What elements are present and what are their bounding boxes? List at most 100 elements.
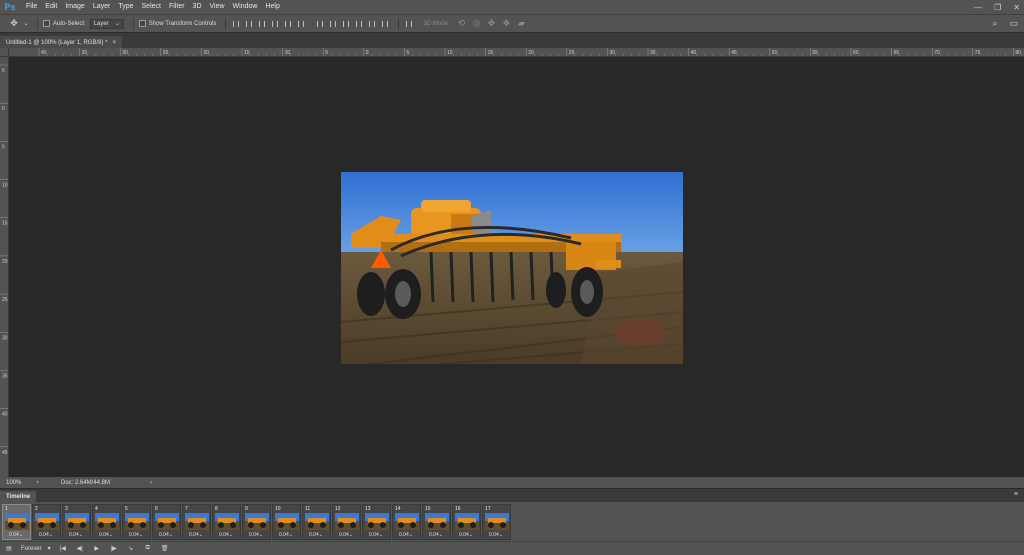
ruler-tick-label: 55 [812, 50, 818, 56]
next-frame-icon[interactable]: |▶ [109, 544, 119, 554]
panel-menu-icon[interactable]: ≡ [1014, 491, 1018, 498]
menu-select[interactable]: Select [138, 0, 165, 14]
menu-file[interactable]: File [22, 0, 41, 14]
ruler-tick-label: 10 [447, 50, 453, 56]
show-transform-checkbox[interactable] [138, 20, 146, 27]
menu-window[interactable]: Window [229, 0, 262, 14]
frame-delay[interactable]: 0.04⌄ [249, 532, 263, 538]
timeline-frame[interactable]: 3 0.04⌄ [62, 504, 91, 540]
frame-thumbnail [305, 513, 329, 530]
distribute-left-icon[interactable] [354, 19, 364, 29]
ruler-top[interactable]: 40 35 30 25 20 15 10 5 0 5 10 15 20 25 30 35 40 45 50 55 60 6… [9, 48, 1024, 57]
divider [132, 17, 134, 30]
auto-align-icon[interactable] [404, 19, 414, 29]
document-image[interactable] [341, 172, 683, 364]
auto-select-dropdown[interactable]: Layer ⌄ [89, 18, 124, 29]
loop-dropdown[interactable]: Forever ▾ [21, 545, 51, 553]
close-icon[interactable]: × [112, 40, 116, 46]
timeline-frame[interactable]: 11 0.04⌄ [302, 504, 331, 540]
frame-delay[interactable]: 0.04⌄ [69, 532, 83, 538]
frame-delay[interactable]: 0.04⌄ [339, 532, 353, 538]
chevron-down-icon[interactable]: ⌄ [20, 18, 32, 30]
3d-slide-icon[interactable]: ❖ [500, 18, 512, 30]
frame-delay[interactable]: 0.04⌄ [279, 532, 293, 538]
timeline-frame[interactable]: 17 0.04⌄ [482, 504, 511, 540]
menu-image[interactable]: Image [61, 0, 88, 14]
frame-delay[interactable]: 0.04⌄ [309, 532, 323, 538]
ruler-tick-label: 30 [122, 50, 128, 56]
timeline-frame[interactable]: 15 0.04⌄ [422, 504, 451, 540]
frame-delay[interactable]: 0.04⌄ [219, 532, 233, 538]
menu-edit[interactable]: Edit [41, 0, 61, 14]
frame-delay[interactable]: 0.04⌄ [99, 532, 113, 538]
frame-delay[interactable]: 0.04⌄ [459, 532, 473, 538]
timeline-frame[interactable]: 6 0.04⌄ [152, 504, 181, 540]
first-frame-icon[interactable]: |◀ [58, 544, 68, 554]
frame-delay[interactable]: 0.04⌄ [429, 532, 443, 538]
frame-number: 8 [215, 506, 218, 512]
search-icon[interactable]: ⌕ [992, 18, 997, 29]
timeline-frame[interactable]: 4 0.04⌄ [92, 504, 121, 540]
status-menu-icon[interactable]: ◔ [35, 480, 39, 486]
distribute-right-icon[interactable] [380, 19, 390, 29]
menu-help[interactable]: Help [261, 0, 283, 14]
timeline-frame[interactable]: 14 0.04⌄ [392, 504, 421, 540]
menu-type[interactable]: Type [114, 0, 137, 14]
timeline-frame[interactable]: 12 0.04⌄ [332, 504, 361, 540]
minimize-icon[interactable]: — [974, 3, 982, 12]
workspace-icon[interactable]: ▭ [1009, 18, 1018, 29]
ruler-tick-label: 40 [691, 50, 697, 56]
align-left-icon[interactable] [270, 19, 280, 29]
timeline-frame[interactable]: 2 0.04⌄ [32, 504, 61, 540]
status-arrow-icon[interactable]: › [150, 480, 152, 486]
trash-icon[interactable]: 🗑 [160, 544, 170, 554]
menu-filter[interactable]: Filter [165, 0, 189, 14]
frame-delay[interactable]: 0.04⌄ [369, 532, 383, 538]
distribute-hcenter-icon[interactable] [367, 19, 377, 29]
ruler-left[interactable]: 5 0 5 10 15 20 25 30 35 40 45 [0, 57, 9, 477]
frame-delay[interactable]: 0.04⌄ [489, 532, 503, 538]
timeline-frame[interactable]: 10 0.04⌄ [272, 504, 301, 540]
timeline-frame[interactable]: 16 0.04⌄ [452, 504, 481, 540]
distribute-bottom-icon[interactable] [341, 19, 351, 29]
previous-frame-icon[interactable]: ◀| [75, 544, 85, 554]
align-hcenter-icon[interactable] [283, 19, 293, 29]
close-icon[interactable]: ✕ [1013, 3, 1020, 12]
menu-view[interactable]: View [206, 0, 229, 14]
duplicate-frame-icon[interactable]: ⧉ [143, 544, 153, 554]
timeline-frame[interactable]: 8 0.04⌄ [212, 504, 241, 540]
align-bottom-icon[interactable] [257, 19, 267, 29]
ruler-corner[interactable] [0, 48, 9, 57]
auto-select-checkbox[interactable] [43, 20, 50, 27]
frame-thumbnail [365, 513, 389, 530]
timeline-frame[interactable]: 9 0.04⌄ [242, 504, 271, 540]
3d-rotate-icon[interactable]: ⟲ [455, 18, 467, 30]
distribute-top-icon[interactable] [315, 19, 325, 29]
3d-roll-icon[interactable]: ◎ [470, 18, 482, 30]
timeline-frame[interactable]: 13 0.04⌄ [362, 504, 391, 540]
frame-delay[interactable]: 0.04⌄ [189, 532, 203, 538]
tween-icon[interactable]: ↘ [126, 544, 136, 554]
frame-delay[interactable]: 0.04⌄ [159, 532, 173, 538]
align-top-icon[interactable] [231, 19, 241, 29]
3d-drag-icon[interactable]: ✥ [485, 18, 497, 30]
frame-delay[interactable]: 0.04⌄ [129, 532, 143, 538]
align-vcenter-icon[interactable] [244, 19, 254, 29]
frame-delay[interactable]: 0.04⌄ [9, 532, 23, 538]
zoom-level[interactable]: 100% [6, 480, 21, 486]
3d-camera-icon[interactable]: ▰ [515, 18, 527, 30]
timeline-frame[interactable]: 7 0.04⌄ [182, 504, 211, 540]
align-right-icon[interactable] [296, 19, 306, 29]
restore-icon[interactable]: ❐ [994, 3, 1001, 12]
menu-3d[interactable]: 3D [189, 0, 206, 14]
distribute-vcenter-icon[interactable] [328, 19, 338, 29]
frame-delay[interactable]: 0.04⌄ [399, 532, 413, 538]
timeline-frame[interactable]: 5 0.04⌄ [122, 504, 151, 540]
move-tool-icon[interactable]: ✥ [8, 18, 20, 30]
frame-delay[interactable]: 0.04⌄ [39, 532, 53, 538]
frame-number: 13 [365, 506, 371, 512]
play-icon[interactable]: ▶ [92, 544, 102, 554]
timeline-frame[interactable]: 1 0.04⌄ [2, 504, 31, 540]
convert-icon[interactable]: ▤ [4, 544, 14, 554]
menu-layer[interactable]: Layer [89, 0, 115, 14]
